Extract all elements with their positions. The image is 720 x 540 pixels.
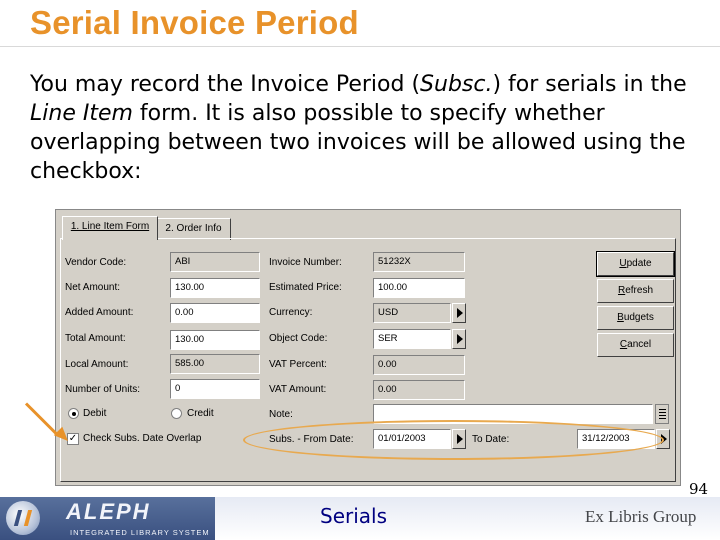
object-code-label: Object Code: — [269, 333, 328, 344]
invoice-number-label: Invoice Number: — [269, 257, 342, 268]
number-of-units-label: Number of Units: — [65, 384, 141, 395]
debit-label: Debit — [83, 408, 107, 419]
budgets-button-hotkey: B — [617, 312, 624, 323]
cancel-button[interactable]: Cancel — [597, 333, 674, 357]
total-amount-field[interactable]: 130.00 — [170, 330, 260, 350]
refresh-button[interactable]: Refresh — [597, 279, 674, 303]
object-code-list-arrow-icon[interactable] — [452, 329, 466, 349]
vat-percent-label: VAT Percent: — [269, 359, 327, 370]
refresh-button-rest: efresh — [625, 285, 654, 296]
estimated-price-label: Estimated Price: — [269, 282, 342, 293]
vat-percent-field[interactable]: 0.00 — [373, 355, 465, 375]
slide-title: Serial Invoice Period — [30, 4, 359, 41]
credit-radio[interactable] — [171, 408, 182, 419]
intro-text-1: You may record the Invoice Period ( — [30, 72, 421, 97]
object-code-field[interactable]: SER — [373, 329, 451, 349]
tab-label: 2. Order Info — [165, 223, 222, 234]
cancel-button-rest: ancel — [627, 339, 652, 350]
aleph-logo-subtitle: INTEGRATED LIBRARY SYSTEM — [70, 528, 210, 537]
note-scroll-icon[interactable] — [655, 404, 669, 424]
estimated-price-field[interactable]: 100.00 — [373, 278, 465, 298]
page-number: 94 — [689, 480, 709, 498]
intro-text-2: ) for serials in the — [492, 72, 687, 97]
subs-date-highlight-oval — [243, 420, 664, 460]
debit-radio[interactable] — [68, 408, 79, 419]
local-amount-field[interactable]: 585.00 — [170, 354, 260, 374]
aleph-badge-icon — [6, 501, 40, 535]
local-amount-label: Local Amount: — [65, 359, 129, 370]
update-button-hotkey: U — [619, 258, 627, 269]
number-of-units-field[interactable]: 0 — [170, 379, 260, 399]
budgets-button-rest: udgets — [623, 312, 654, 323]
total-amount-label: Total Amount: — [65, 333, 126, 344]
update-button-rest: pdate — [626, 258, 652, 269]
aleph-logo-word: ALEPH — [66, 499, 151, 524]
vat-amount-label: VAT Amount: — [269, 384, 327, 395]
check-subs-overlap-label: Check Subs. Date Overlap — [83, 433, 202, 444]
title-divider — [0, 46, 720, 47]
slide-footer: ALEPH INTEGRATED LIBRARY SYSTEM Serials … — [0, 497, 720, 540]
tab-order-info[interactable]: 2. Order Info — [157, 218, 231, 240]
net-amount-label: Net Amount: — [65, 282, 121, 293]
intro-paragraph: You may record the Invoice Period (Subsc… — [30, 70, 690, 186]
invoice-number-field[interactable]: 51232X — [373, 252, 465, 272]
tab-line-item-form[interactable]: 1. Line Item Form — [62, 216, 158, 240]
added-amount-label: Added Amount: — [65, 307, 134, 318]
intro-term-subsc: Subsc. — [420, 72, 493, 97]
credit-label: Credit — [187, 408, 214, 419]
net-amount-field[interactable]: 130.00 — [170, 278, 260, 298]
callout-arrow-icon — [24, 402, 59, 436]
ex-libris-logo: Ex Libris Group — [585, 507, 697, 526]
note-label: Note: — [269, 409, 293, 420]
budgets-button[interactable]: Budgets — [597, 306, 674, 330]
currency-label: Currency: — [269, 307, 313, 318]
tab-label: 1. Line Item Form — [70, 221, 150, 232]
footer-section-title: Serials — [320, 504, 388, 528]
currency-list-arrow-icon[interactable] — [452, 303, 466, 323]
vat-amount-field[interactable]: 0.00 — [373, 380, 465, 400]
vendor-code-field[interactable]: ABI — [170, 252, 260, 272]
currency-field[interactable]: USD — [373, 303, 451, 323]
vendor-code-label: Vendor Code: — [65, 257, 127, 268]
intro-term-line-item: Line Item — [30, 101, 133, 126]
added-amount-field[interactable]: 0.00 — [170, 303, 260, 323]
update-button[interactable]: Update — [596, 251, 675, 277]
aleph-logo-band: ALEPH INTEGRATED LIBRARY SYSTEM — [0, 497, 215, 540]
